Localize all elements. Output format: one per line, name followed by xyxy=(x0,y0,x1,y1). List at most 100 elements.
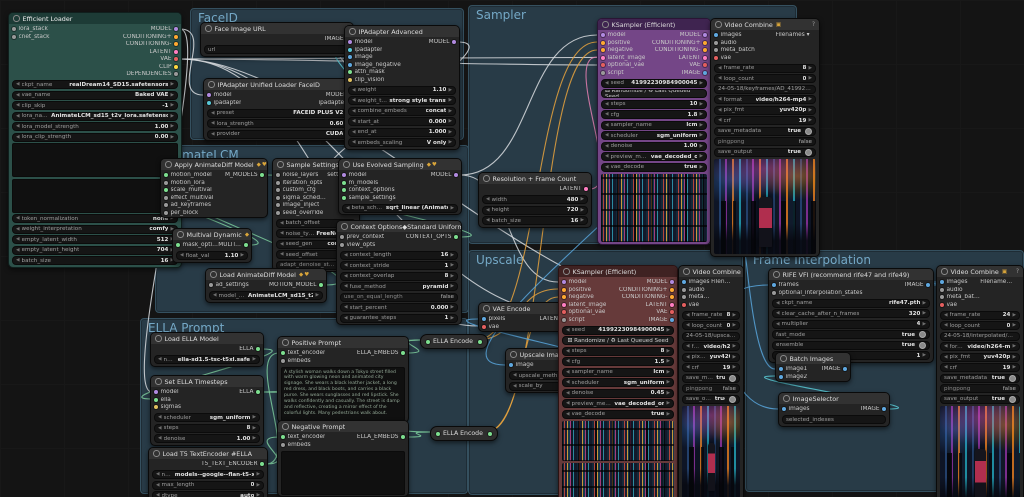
video-combine-1-input-meta_batch[interactable]: meta_batch xyxy=(714,47,755,54)
output-slot-dot[interactable] xyxy=(703,71,707,75)
sample-settings-input-iteration_opts[interactable]: iteration_opts xyxy=(276,180,327,187)
decrement-arrow-icon[interactable]: ◀ xyxy=(280,231,284,236)
input-slot-dot[interactable] xyxy=(348,55,352,59)
input-slot-dot[interactable] xyxy=(714,33,718,37)
output-slot-dot[interactable] xyxy=(703,63,707,67)
decrement-arrow-icon[interactable]: ◀ xyxy=(605,133,609,138)
decrement-arrow-icon[interactable]: ◀ xyxy=(944,344,948,349)
negative-prompt-input-text_encoder[interactable]: text_encoder xyxy=(281,434,325,441)
ksampler-efficient-2-input-negative[interactable]: negative xyxy=(562,294,606,301)
decrement-arrow-icon[interactable]: ◀ xyxy=(513,384,517,389)
input-slot-dot[interactable] xyxy=(281,351,285,355)
increment-arrow-icon[interactable]: ▶ xyxy=(922,353,926,358)
decrement-arrow-icon[interactable]: ◀ xyxy=(156,483,160,488)
rife-vfi-input-optional_interpolation_states[interactable]: optional_interpolation_states xyxy=(772,290,863,297)
vae-encode-input-pixels[interactable]: pixels xyxy=(482,316,505,323)
ipadapter-advanced-input-attn_mask[interactable]: attn_mask xyxy=(348,69,401,76)
output-slot-dot[interactable] xyxy=(174,72,178,76)
output-slot-dot[interactable] xyxy=(174,57,178,61)
decrement-arrow-icon[interactable]: ◀ xyxy=(566,401,570,406)
decrement-arrow-icon[interactable]: ◀ xyxy=(718,108,722,113)
increment-arrow-icon[interactable]: ▶ xyxy=(450,274,454,279)
negative-prompt-output-ELLA_EMBEDS[interactable]: ELLA_EMBEDS xyxy=(357,434,405,441)
multival-dynamic-output-MULTIVAL[interactable]: MULTIVAL xyxy=(218,242,248,249)
video-combine-3-widget-crf[interactable]: ◀crf19▶ xyxy=(940,363,1020,372)
increment-arrow-icon[interactable]: ▶ xyxy=(1012,344,1016,349)
decrement-arrow-icon[interactable]: ◀ xyxy=(346,206,350,211)
input-slot-dot[interactable] xyxy=(714,48,718,52)
decrement-arrow-icon[interactable]: ◀ xyxy=(158,415,162,420)
efficient-loader-input-cnet_stack[interactable]: cnet_stack xyxy=(12,34,50,41)
rife-vfi-output-IMAGE[interactable]: IMAGE xyxy=(905,282,930,289)
increment-arrow-icon[interactable]: ▶ xyxy=(732,323,736,328)
output-slot-dot[interactable] xyxy=(703,41,707,45)
decrement-arrow-icon[interactable]: ◀ xyxy=(605,81,609,86)
decrement-arrow-icon[interactable]: ◀ xyxy=(686,355,690,360)
load-ella-model-output-ELLA[interactable]: ELLA xyxy=(239,346,260,353)
video-combine-3-widget-filename_prefix[interactable]: 24-05-18/interpolated/AD_41992 xyxy=(940,332,1020,341)
increment-arrow-icon[interactable]: ▶ xyxy=(1012,365,1016,370)
input-slot-dot[interactable] xyxy=(940,280,944,284)
output-slot-dot[interactable] xyxy=(319,283,323,287)
apply-animatediff-model[interactable]: Apply AnimateDiff Model◆♥motion_modelmot… xyxy=(160,158,268,218)
sample-settings-input-sigma_schedule[interactable]: sigma_schedule xyxy=(276,195,327,202)
negative-prompt-input-embeds[interactable]: embeds xyxy=(281,442,325,449)
ksampler-efficient-2-input-model[interactable]: model xyxy=(562,279,606,286)
ipadapter-advanced-input-ipadapter[interactable]: ipadapter xyxy=(348,47,401,54)
positive-prompt[interactable]: Positive Prompttext_encoderembedsELLA_EM… xyxy=(277,336,409,423)
increment-arrow-icon[interactable]: ▶ xyxy=(732,344,736,349)
load-ella-model[interactable]: Load ELLA ModelELLA◀nameella-sd1.5-tsc-t… xyxy=(150,332,264,367)
video-combine-2-input-audio[interactable]: audio xyxy=(682,287,711,294)
input-slot-dot[interactable] xyxy=(509,363,513,367)
output-slot-dot[interactable] xyxy=(256,347,260,351)
decrement-arrow-icon[interactable]: ◀ xyxy=(776,322,780,327)
ipadapter-advanced-header[interactable]: IPAdapter Advanced xyxy=(345,26,459,37)
efficient-loader-widget-empty_latent_height[interactable]: ◀empty_latent_height704▶ xyxy=(12,246,178,255)
toggle-knob-icon[interactable] xyxy=(919,342,926,349)
resolution-frame-count-header[interactable]: Resolution + Frame Count xyxy=(479,173,591,184)
context-options-standard-uniform-widget-context_length[interactable]: ◀context_length16▶ xyxy=(340,251,458,260)
input-slot-dot[interactable] xyxy=(601,71,605,75)
ksampler-efficient-1-widget-vae_decode[interactable]: ◀vae_decodetrue▶ xyxy=(601,163,707,172)
input-slot-dot[interactable] xyxy=(340,243,344,247)
ipadapter-unified-loader-faceid-widget-lora_strength[interactable]: ◀lora_strength0.60▶ xyxy=(207,119,353,128)
rife-vfi-widget-ckpt_name[interactable]: ◀ckpt_namerife47.pth▶ xyxy=(772,299,930,308)
vae-encode-input-vae[interactable]: vae xyxy=(482,324,505,331)
ksampler-efficient-1-output-IMAGE[interactable]: IMAGE xyxy=(652,70,707,77)
set-ella-timesteps-widget-scheduler[interactable]: ◀schedulersgm_uniform▶ xyxy=(154,413,260,422)
ipadapter-unified-loader-faceid-input-ipadapter[interactable]: ipadapter xyxy=(207,100,241,107)
efficient-loader-textarea[interactable] xyxy=(12,179,178,213)
collapse-icon[interactable] xyxy=(208,81,215,88)
set-ella-timesteps-output-ELLA[interactable]: ELLA xyxy=(239,389,260,396)
video-combine-1-widget-loop_count[interactable]: ◀loop_count0▶ xyxy=(714,74,816,83)
increment-arrow-icon[interactable]: ▶ xyxy=(666,401,670,406)
collapse-icon[interactable] xyxy=(155,335,162,342)
video-combine-1-widget-pingpong[interactable]: pingpongfalse xyxy=(714,137,816,146)
video-combine-3[interactable]: Video Combine▣?imagesaudiometa_batchvaeF… xyxy=(936,265,1024,497)
load-t5-textencoder-ella[interactable]: Load T5 TextEncoder #ELLAT5_TEXT_ENCODER… xyxy=(148,447,268,497)
resolution-frame-count-output-LATENT[interactable]: LATENT xyxy=(560,186,588,193)
ksampler-efficient-2-output-MODEL[interactable]: MODEL xyxy=(619,279,674,286)
context-options-standard-uniform[interactable]: Context Options◆Standard Uniform◆♥prev_c… xyxy=(336,220,462,325)
ksampler-efficient-2-widget-denoise[interactable]: ◀denoise0.45▶ xyxy=(562,389,674,398)
decrement-arrow-icon[interactable]: ◀ xyxy=(944,365,948,370)
output-slot-dot[interactable] xyxy=(812,33,816,37)
image-selector-header[interactable]: ImageSelector xyxy=(779,393,889,404)
efficient-loader-widget-ckpt_name[interactable]: ◀ckpt_namerealDream14_SD15.safetensors▶ xyxy=(12,80,178,89)
collapse-icon[interactable] xyxy=(563,268,570,275)
decrement-arrow-icon[interactable]: ◀ xyxy=(718,97,722,102)
ksampler-efficient-2-widget-preview_method[interactable]: ◀preview_methodvae_decoded_only▶ xyxy=(562,399,674,408)
context-options-standard-uniform-output-CONTEXT_OPTS[interactable]: CONTEXT_OPTS xyxy=(406,234,458,241)
decrement-arrow-icon[interactable]: ◀ xyxy=(158,357,162,362)
toggle-knob-icon[interactable] xyxy=(919,331,926,338)
increment-arrow-icon[interactable]: ▶ xyxy=(666,359,670,364)
input-slot-dot[interactable] xyxy=(682,280,686,284)
decrement-arrow-icon[interactable]: ◀ xyxy=(944,355,948,360)
apply-animatediff-model-input-motion_model[interactable]: motion_model xyxy=(164,172,213,179)
decrement-arrow-icon[interactable]: ◀ xyxy=(686,323,690,328)
ipadapter-advanced-widget-end_at[interactable]: ◀end_at1.000▶ xyxy=(348,128,456,137)
ipadapter-advanced-output-MODEL[interactable]: MODEL xyxy=(429,39,456,46)
context-options-standard-uniform-header[interactable]: Context Options◆Standard Uniform◆♥ xyxy=(337,221,461,232)
increment-arrow-icon[interactable]: ▶ xyxy=(922,322,926,327)
output-slot-dot[interactable] xyxy=(174,42,178,46)
